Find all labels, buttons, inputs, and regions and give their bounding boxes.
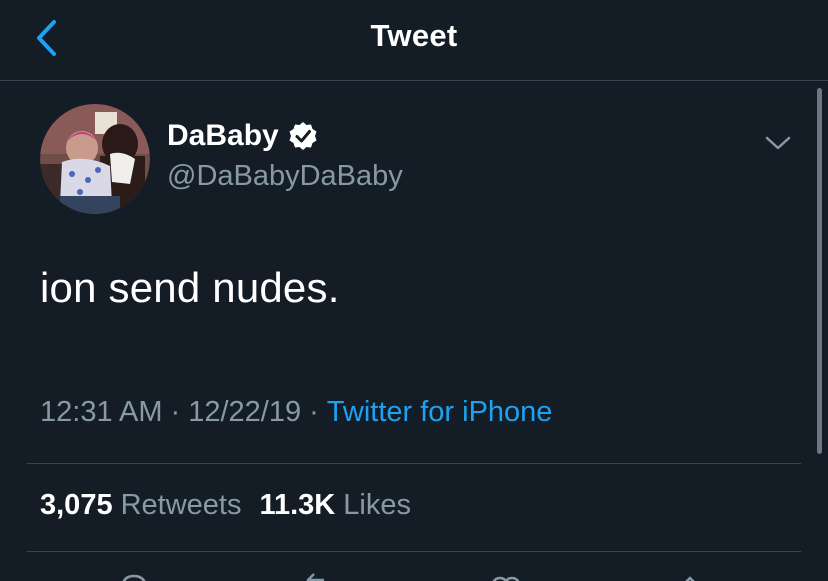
retweets-count: 3,075 bbox=[40, 489, 113, 521]
profile-photo bbox=[40, 104, 150, 214]
reply-icon[interactable] bbox=[116, 570, 152, 581]
tweet-meta: 12:31 AM · 12/22/19 · Twitter for iPhone bbox=[40, 396, 552, 429]
tweet-text: ion send nudes. bbox=[40, 264, 340, 311]
retweet-icon[interactable] bbox=[300, 570, 336, 581]
display-name[interactable]: DaBaby bbox=[167, 119, 318, 153]
page-title: Tweet bbox=[370, 18, 458, 53]
divider bbox=[27, 551, 801, 552]
retweets-label: Retweets bbox=[120, 489, 242, 521]
divider bbox=[27, 463, 801, 464]
tweet-time: 12:31 AM bbox=[40, 396, 163, 428]
tweet-detail-screen: Tweet DaBaby @DaBabyDaBaby ion send nude… bbox=[0, 0, 828, 581]
nav-header: Tweet bbox=[0, 0, 828, 81]
likes-stat[interactable]: 11.3K Likes bbox=[259, 489, 429, 521]
tweet-source-link[interactable]: Twitter for iPhone bbox=[327, 396, 553, 428]
likes-count: 11.3K bbox=[259, 489, 336, 521]
tweet-date: 12/22/19 bbox=[188, 396, 302, 428]
user-handle[interactable]: @DaBabyDaBaby bbox=[167, 160, 403, 193]
display-name-text: DaBaby bbox=[167, 119, 279, 152]
likes-label: Likes bbox=[343, 489, 411, 521]
avatar[interactable] bbox=[40, 104, 150, 214]
meta-separator: · bbox=[309, 396, 319, 428]
meta-separator: · bbox=[170, 396, 181, 428]
more-options-button[interactable] bbox=[762, 130, 794, 156]
chevron-down-icon bbox=[765, 136, 791, 150]
tweet-stats: 3,075 Retweets 11.3K Likes bbox=[40, 489, 429, 522]
like-icon[interactable] bbox=[488, 570, 524, 581]
scrollbar[interactable] bbox=[817, 88, 822, 454]
verified-badge-icon bbox=[289, 122, 317, 150]
share-icon[interactable] bbox=[672, 570, 708, 581]
retweets-stat[interactable]: 3,075 Retweets bbox=[40, 489, 259, 521]
